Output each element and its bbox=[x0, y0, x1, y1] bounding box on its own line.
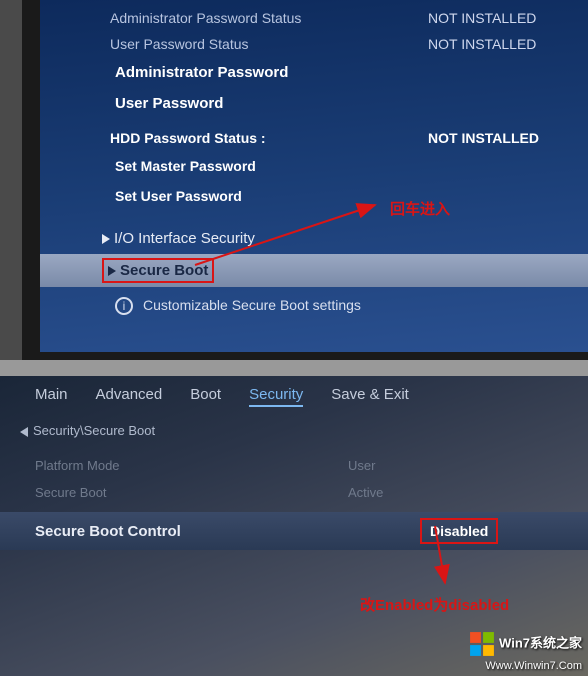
secure-boot-control-label: Secure Boot Control bbox=[35, 523, 420, 540]
admin-password-status-row: Administrator Password Status NOT INSTAL… bbox=[40, 5, 588, 31]
user-password-status-value: NOT INSTALLED bbox=[428, 36, 588, 52]
user-password-status-label: User Password Status bbox=[110, 36, 428, 52]
watermark-title: Win7系统之家 bbox=[499, 635, 582, 650]
submenu-arrow-icon bbox=[108, 266, 116, 276]
annotation-text-enter: 回车进入 bbox=[390, 198, 450, 219]
administrator-password-action[interactable]: Administrator Password bbox=[40, 57, 588, 88]
watermark: Win7系统之家 Www.Winwin7.Com bbox=[469, 631, 582, 672]
hdd-password-status-row: HDD Password Status : NOT INSTALLED bbox=[40, 125, 588, 151]
windows-logo-icon bbox=[469, 631, 495, 657]
admin-password-status-label: Administrator Password Status bbox=[110, 10, 428, 26]
admin-password-status-value: NOT INSTALLED bbox=[428, 10, 588, 26]
tab-security[interactable]: Security bbox=[249, 386, 303, 407]
bios-tab-bar: Main Advanced Boot Security Save & Exit bbox=[0, 376, 588, 413]
secure-boot-state-value: Active bbox=[348, 485, 588, 500]
user-password-status-row: User Password Status NOT INSTALLED bbox=[40, 31, 588, 57]
platform-mode-label: Platform Mode bbox=[35, 458, 348, 473]
help-info: iCustomizable Secure Boot settings bbox=[40, 287, 588, 325]
info-icon: i bbox=[115, 297, 133, 315]
platform-mode-value: User bbox=[348, 458, 588, 473]
io-interface-security-submenu[interactable]: I/O Interface Security bbox=[40, 223, 588, 254]
watermark-url: Www.Winwin7.Com bbox=[485, 660, 582, 672]
secure-boot-state-label: Secure Boot bbox=[35, 485, 348, 500]
platform-mode-row: Platform Mode User bbox=[0, 452, 588, 479]
tab-main[interactable]: Main bbox=[35, 386, 68, 407]
bios-secure-boot-screenshot-2: Main Advanced Boot Security Save & Exit … bbox=[0, 376, 588, 676]
secure-boot-control-row[interactable]: Secure Boot Control Disabled bbox=[0, 512, 588, 550]
set-user-password-action[interactable]: Set User Password bbox=[40, 181, 588, 211]
annotation-text-disabled: 改Enabled为disabled bbox=[360, 594, 509, 615]
bios-security-screenshot-1: Administrator Password Status NOT INSTAL… bbox=[0, 0, 588, 360]
user-password-action[interactable]: User Password bbox=[40, 88, 588, 119]
tab-advanced[interactable]: Advanced bbox=[96, 386, 163, 407]
breadcrumb[interactable]: Security\Secure Boot bbox=[0, 413, 588, 442]
tab-boot[interactable]: Boot bbox=[190, 386, 221, 407]
tab-save-exit[interactable]: Save & Exit bbox=[331, 386, 409, 407]
back-arrow-icon bbox=[20, 427, 28, 437]
hdd-password-status-label: HDD Password Status : bbox=[110, 130, 428, 146]
submenu-arrow-icon bbox=[102, 234, 110, 244]
bios-screen: Administrator Password Status NOT INSTAL… bbox=[22, 0, 588, 360]
set-master-password-action[interactable]: Set Master Password bbox=[40, 151, 588, 181]
secure-boot-state-row: Secure Boot Active bbox=[0, 479, 588, 506]
hdd-password-status-value: NOT INSTALLED bbox=[428, 130, 588, 146]
secure-boot-submenu[interactable]: Secure Boot bbox=[40, 254, 588, 287]
secure-boot-control-value: Disabled bbox=[420, 518, 498, 544]
